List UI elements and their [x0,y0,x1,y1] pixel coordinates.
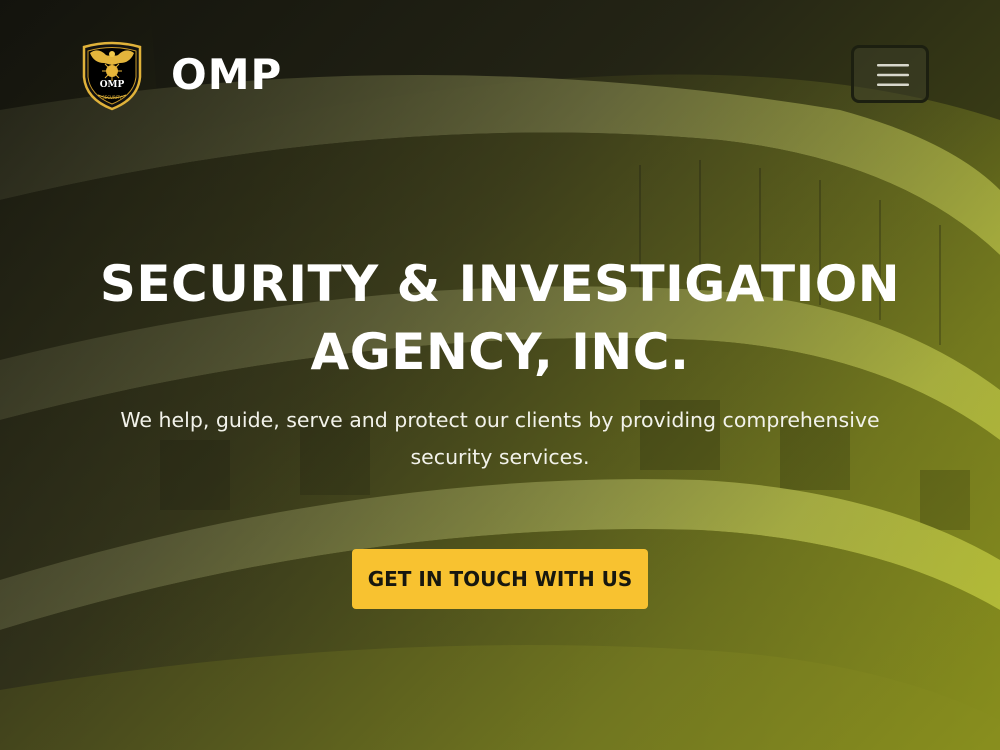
hero-title: SECURITY & INVESTIGATION AGENCY, INC. [50,250,950,386]
hero-title-line1: SECURITY & INVESTIGATION [99,255,901,313]
logo-monogram: OMP [100,80,125,90]
hero-subtitle-line1: We help, guide, serve and protect our cl… [120,408,880,432]
hero-section: OMP SECURITY OMP SECURITY & INVESTIGATIO… [0,0,1000,750]
navbar: OMP SECURITY OMP [0,0,1000,150]
hero-subtitle-line2: security services. [410,445,590,469]
hero-content: SECURITY & INVESTIGATION AGENCY, INC. We… [0,250,1000,476]
brand-name: OMP [171,49,283,99]
hero-subtitle: We help, guide, serve and protect our cl… [90,402,910,476]
hero-title-line2: AGENCY, INC. [310,323,690,381]
brand-link[interactable]: OMP SECURITY OMP [80,37,282,111]
eagle-shield-logo-icon: OMP SECURITY [82,41,142,111]
hamburger-menu-icon [877,64,909,86]
menu-toggle-button[interactable] [851,45,929,103]
get-in-touch-button[interactable]: GET IN TOUCH WITH US [352,549,648,609]
logo-ribbon: SECURITY [102,95,122,100]
